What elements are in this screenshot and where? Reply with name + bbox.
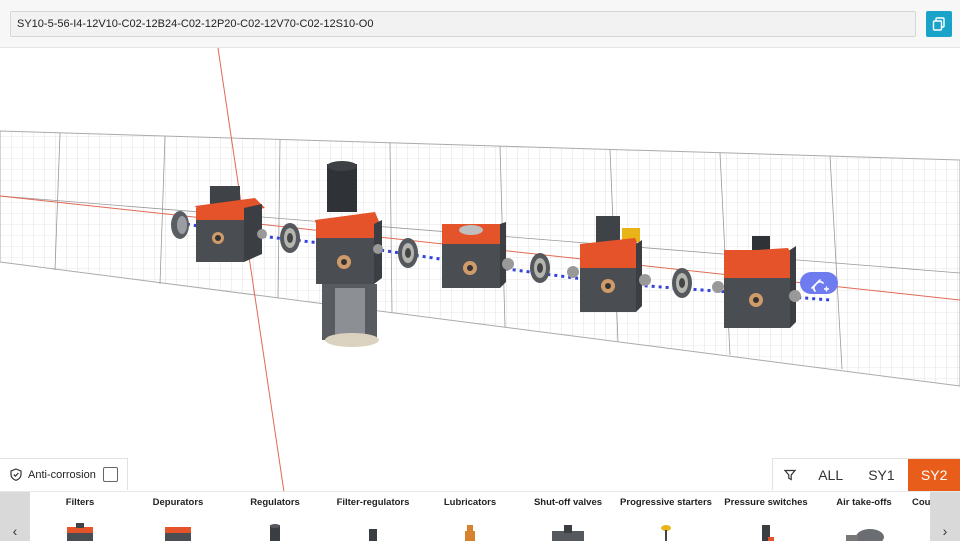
- category-label: Cou: [912, 497, 930, 508]
- configuration-code-field[interactable]: SY10-5-56-I4-12V10-C02-12B24-C02-12P20-C…: [10, 11, 916, 37]
- category-label: Regulators: [250, 497, 300, 508]
- assembly-scene: [0, 48, 960, 492]
- category-scroll-left-button[interactable]: ‹: [0, 492, 30, 541]
- category-label: Depurators: [152, 497, 204, 508]
- anti-corrosion-label: Anti-corrosion: [28, 468, 96, 481]
- 3d-viewport[interactable]: [0, 48, 960, 492]
- pressure-switches-thumbnail: [762, 525, 774, 541]
- chevron-right-icon: ›: [942, 523, 948, 539]
- category-shut-off-valves[interactable]: Shut-off valves: [524, 492, 612, 541]
- category-bar: ‹ Filters Depurators Regulators Filter-r…: [0, 491, 960, 541]
- connector-2[interactable]: [398, 238, 418, 268]
- shield-icon: [10, 468, 22, 481]
- module-lubricator[interactable]: [442, 222, 506, 288]
- filter-sy2-button[interactable]: SY2: [908, 459, 960, 491]
- air-take-offs-thumbnail: [846, 529, 884, 541]
- category-partial[interactable]: Cou: [912, 492, 930, 541]
- category-label: Air take-offs: [836, 497, 892, 508]
- category-filters[interactable]: Filters: [40, 492, 120, 541]
- lubricators-thumbnail: [465, 525, 475, 541]
- chevron-left-icon: ‹: [12, 523, 18, 539]
- regulators-thumbnail: [270, 524, 280, 541]
- anti-corrosion-option[interactable]: Anti-corrosion: [0, 458, 128, 490]
- category-air-take-offs[interactable]: Air take-offs: [822, 492, 906, 541]
- category-label: Lubricators: [443, 497, 497, 508]
- category-depurators[interactable]: Depurators: [138, 492, 218, 541]
- copy-button[interactable]: [926, 11, 952, 37]
- top-bar: SY10-5-56-I4-12V10-C02-12B24-C02-12P20-C…: [0, 0, 960, 48]
- category-regulators[interactable]: Regulators: [235, 492, 315, 541]
- filter-all-button[interactable]: ALL: [807, 459, 855, 491]
- progressive-starters-thumbnail: [661, 525, 671, 541]
- filters-thumbnail: [67, 523, 93, 541]
- category-label: Pressure switches: [724, 497, 808, 508]
- end-cap-left[interactable]: [171, 211, 189, 239]
- filter-regulators-thumbnail: [369, 529, 377, 541]
- funnel-icon: [783, 469, 796, 481]
- category-filter-regulators[interactable]: Filter-regulators: [327, 492, 419, 541]
- category-label: Filters: [65, 497, 95, 508]
- connector-1[interactable]: [280, 223, 300, 253]
- anti-corrosion-checkbox[interactable]: [103, 467, 118, 482]
- connector-4[interactable]: [672, 268, 692, 298]
- category-label: Shut-off valves: [533, 497, 603, 508]
- category-scroll-right-button[interactable]: ›: [930, 492, 960, 541]
- category-pressure-switches[interactable]: Pressure switches: [720, 492, 812, 541]
- connector-3[interactable]: [530, 253, 550, 283]
- copy-icon: [932, 17, 945, 31]
- filter-button[interactable]: [773, 459, 807, 491]
- category-lubricators[interactable]: Lubricators: [430, 492, 510, 541]
- category-label: Filter-regulators: [336, 497, 410, 508]
- category-label: Progressive starters: [620, 497, 712, 508]
- series-filter-group: ALL SY1 SY2: [772, 458, 960, 491]
- filter-sy1-button[interactable]: SY1: [855, 459, 909, 491]
- link-badge[interactable]: [800, 272, 838, 294]
- depurators-thumbnail: [165, 527, 191, 541]
- category-progressive-starters[interactable]: Progressive starters: [616, 492, 716, 541]
- shut-off-valves-thumbnail: [552, 525, 584, 541]
